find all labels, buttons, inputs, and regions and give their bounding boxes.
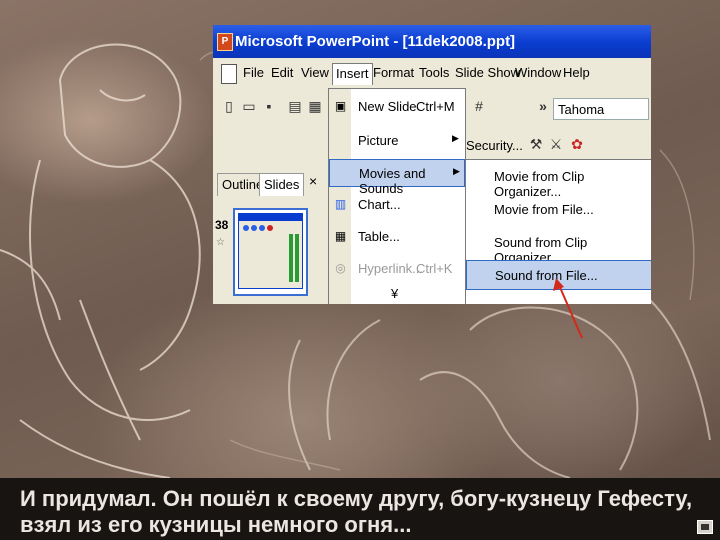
subtitle-line-1: И придумал. Он пошёл к своему другу, бог… xyxy=(20,486,693,511)
next-slide-button[interactable] xyxy=(697,520,713,534)
subtitle-line-2: взял из его кузницы немного огня... xyxy=(20,512,412,537)
pointer-arrow-icon xyxy=(553,278,583,339)
subtitle-bar: И придумал. Он пошёл к своему другу, бог… xyxy=(0,478,720,540)
